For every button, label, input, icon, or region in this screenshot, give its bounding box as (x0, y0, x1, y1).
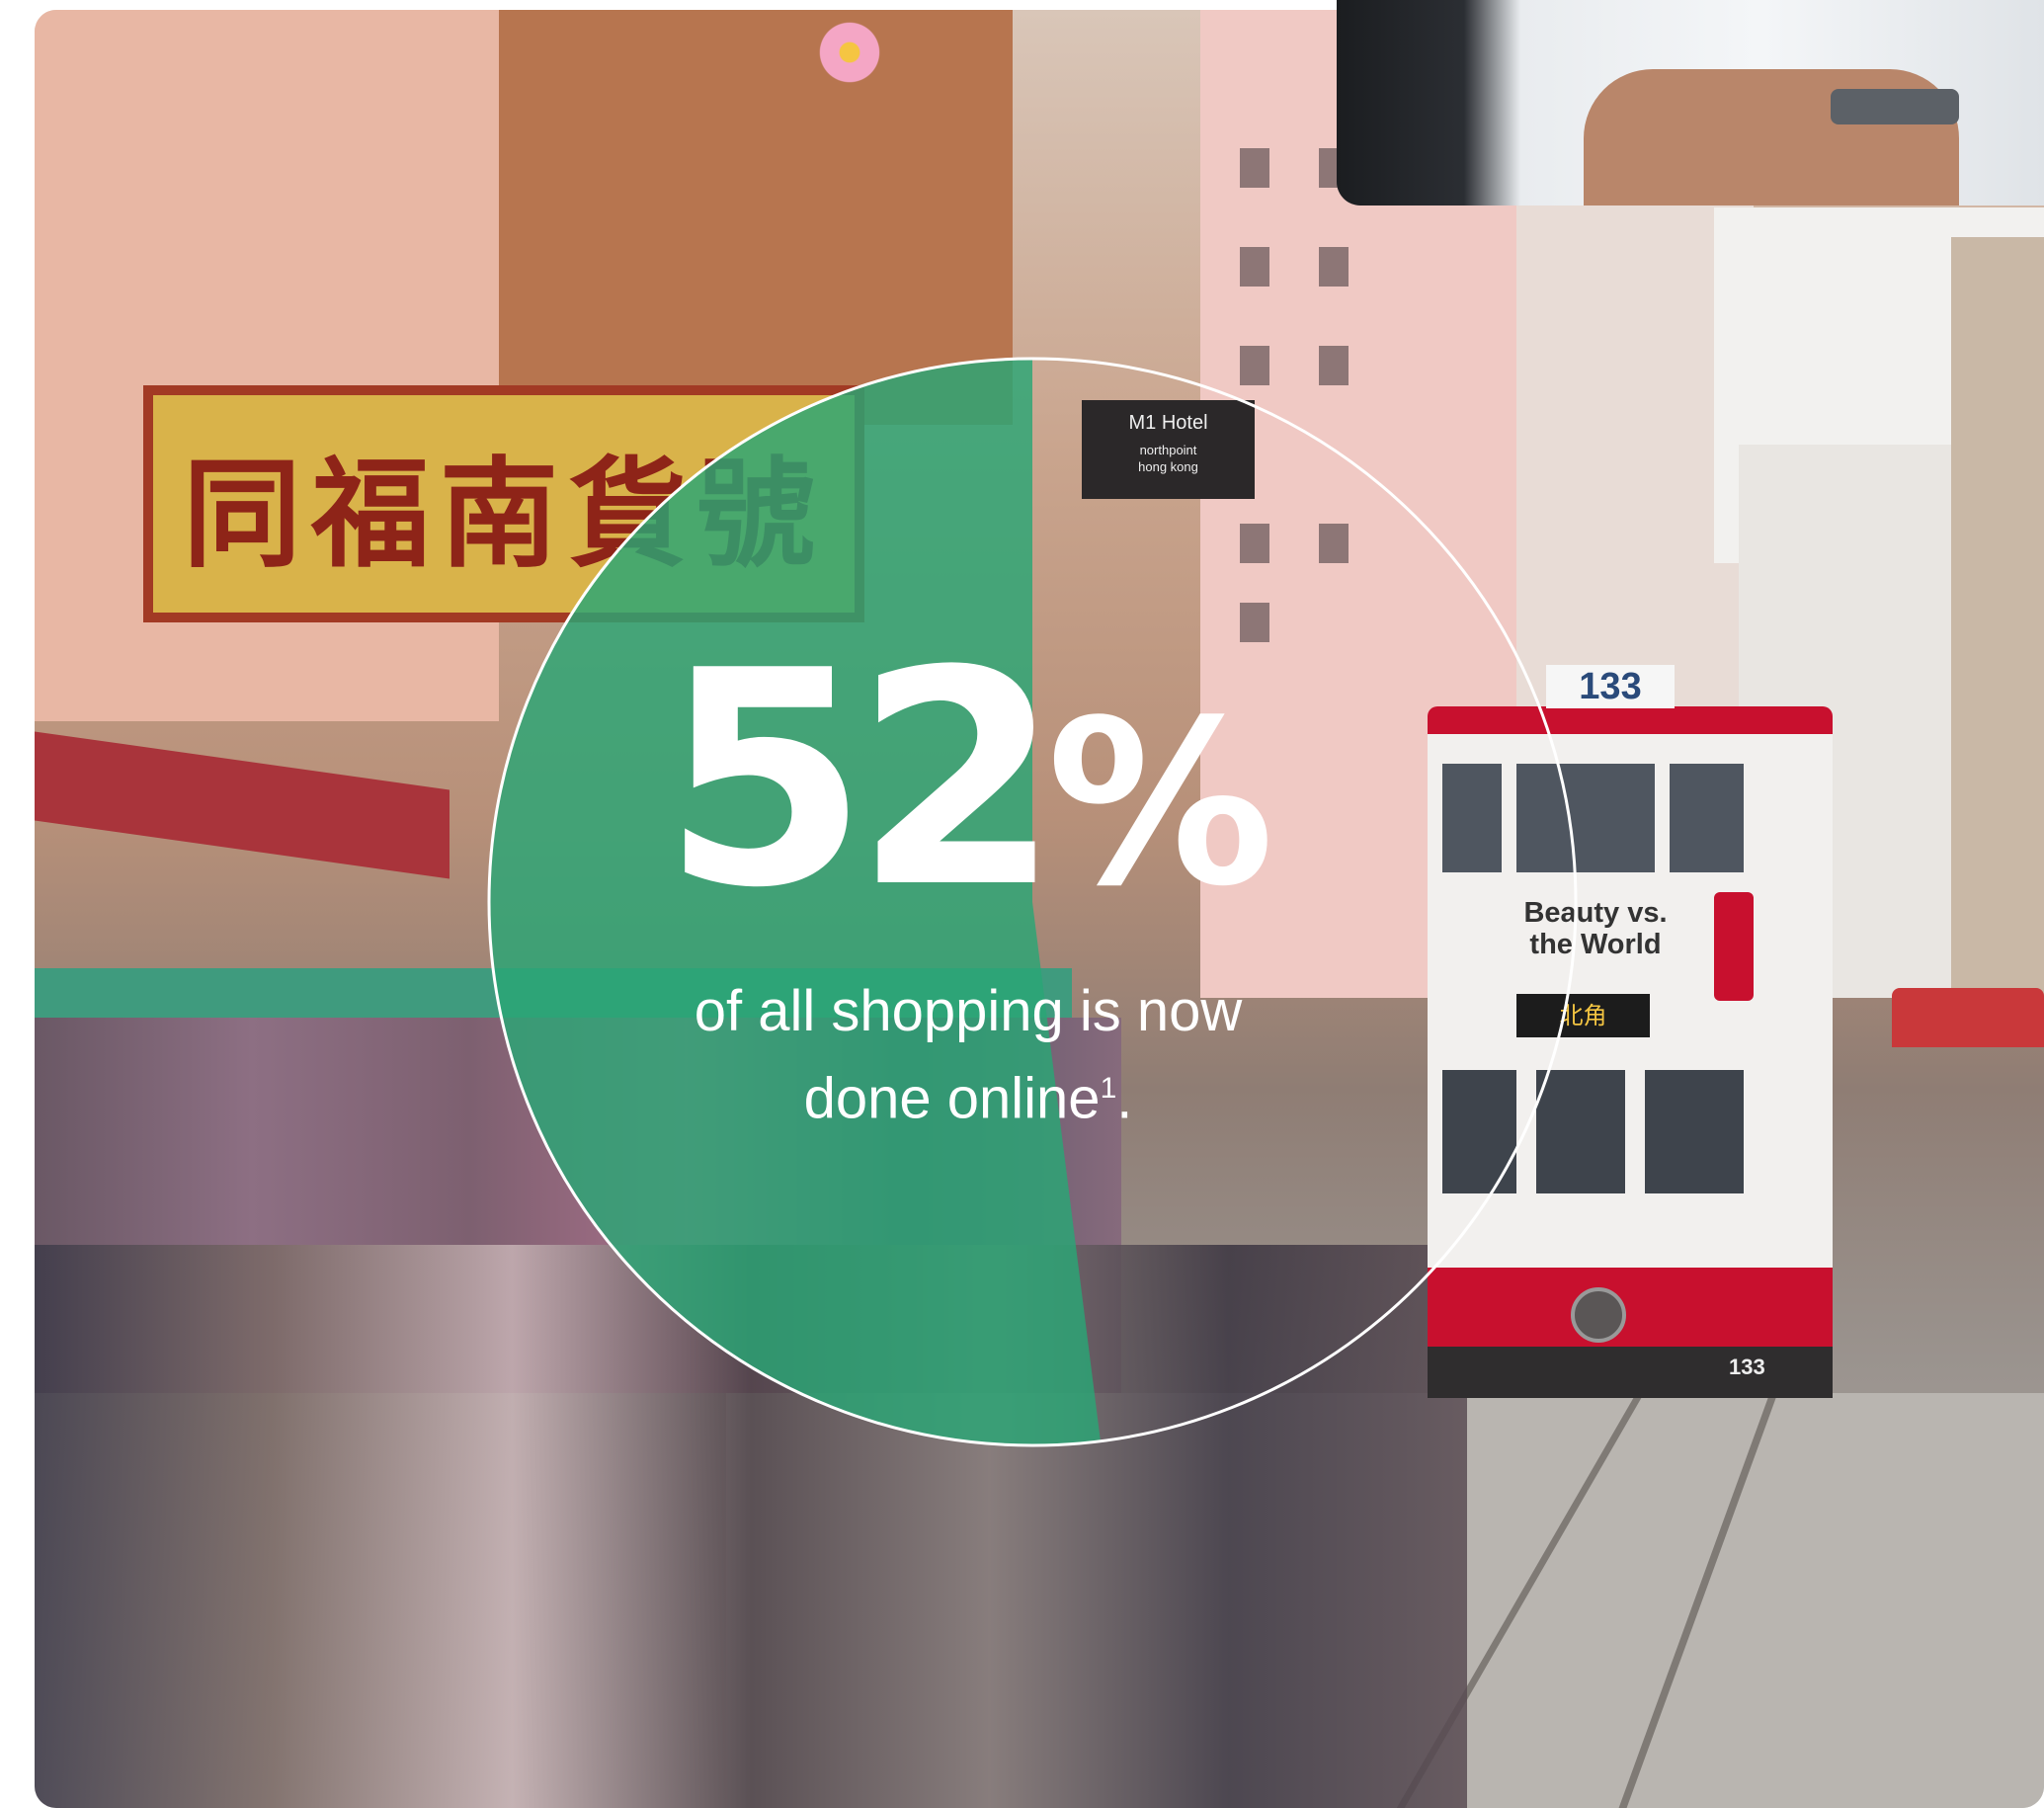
stat-caption-line1: of all shopping is now (694, 979, 1243, 1043)
stat-unit: % (1046, 673, 1274, 937)
stat-caption-end: . (1116, 1066, 1133, 1131)
stat-number: 52 (662, 608, 1061, 952)
stat-caption: of all shopping is now done online1. (553, 973, 1383, 1137)
stat-value: 52% (553, 632, 1383, 953)
footnote-marker: 1 (1100, 1072, 1117, 1105)
stat-block: 52% of all shopping is now done online1. (553, 632, 1383, 1137)
stat-caption-line2: done online (803, 1066, 1101, 1131)
